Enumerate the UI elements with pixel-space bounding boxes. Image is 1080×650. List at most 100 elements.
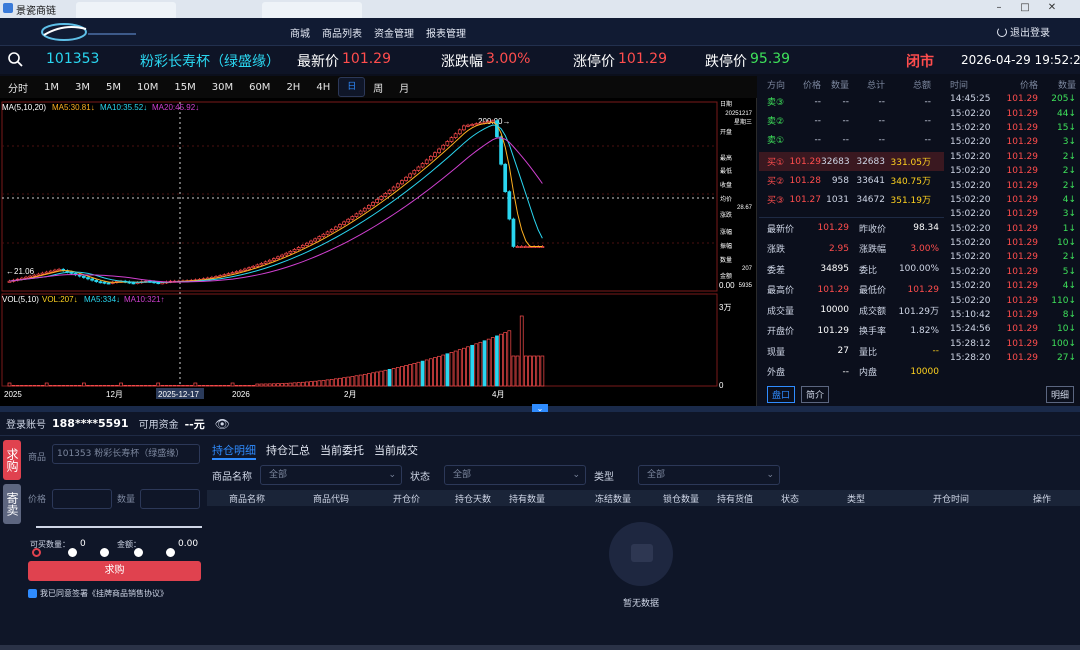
brief-button[interactable]: 简介 — [801, 386, 830, 403]
menu-reports[interactable]: 报表管理 — [426, 25, 466, 40]
price-input[interactable] — [52, 489, 112, 509]
period-tab[interactable]: 60M — [241, 82, 278, 93]
panel-button[interactable]: 盘口 — [767, 386, 796, 403]
period-tab[interactable]: 10M — [129, 82, 166, 93]
bid-rows: 买① 101.29 32683 32683 331.05万 买② 101.28 958 3364… — [759, 152, 944, 209]
period-tab[interactable]: 30M — [204, 82, 241, 93]
logout-button[interactable]: 退出登录 — [997, 24, 1050, 39]
candle-body — [507, 191, 512, 220]
volume-bar — [284, 382, 289, 387]
orderbook-row[interactable]: 卖① -- -- -- -- — [759, 130, 944, 149]
period-tab[interactable]: 分时 — [0, 80, 36, 95]
volume-bar — [98, 385, 103, 387]
browser-tab-1[interactable] — [76, 2, 176, 18]
orderbook-cell-amount: 331.05万 — [890, 158, 932, 168]
tick-price: 101.29 — [1006, 122, 1039, 133]
candle-body — [48, 270, 53, 273]
search-icon[interactable] — [8, 52, 23, 67]
kline-chart[interactable]: MA(5,10,20) MA5:30.81↓ MA10:35.52↓ MA20:45.… — [0, 98, 757, 406]
detail-button[interactable]: 明细 — [1046, 386, 1075, 403]
positions-tab[interactable]: 当前委托 — [320, 442, 364, 458]
orderbook-cell-side: 卖② — [767, 117, 785, 127]
volume-bar — [131, 385, 136, 387]
positions-tab[interactable]: 持仓明细 — [212, 442, 256, 458]
volume-bar — [338, 377, 342, 387]
period-tab[interactable]: 15M — [166, 82, 203, 93]
volume-bar — [110, 385, 115, 387]
x-axis-label: 2025-12-17 — [158, 390, 199, 399]
tick-price: 101.29 — [1006, 137, 1039, 148]
volume-bar — [94, 385, 99, 387]
period-tab[interactable]: 周 — [365, 80, 391, 95]
stat-label: 昨收价 — [859, 224, 887, 235]
tab-sell[interactable]: 寄卖 — [3, 484, 21, 524]
positions-tab[interactable]: 当前成交 — [374, 442, 418, 458]
volume-bar — [354, 375, 359, 387]
volume-bar — [65, 385, 70, 387]
stat-row: 成交量 10000 成交额 101.29万 — [759, 300, 944, 321]
stat-row: 委差 34895 委比 100.00% — [759, 259, 944, 280]
brand-logo — [41, 23, 136, 41]
slider-stop[interactable] — [166, 548, 175, 557]
maximize-button[interactable]: □ — [1016, 1, 1034, 15]
limit-down-value: 95.39 — [750, 51, 791, 67]
product-select[interactable]: 101353 粉彩长寿杯（绿盛缘） — [52, 444, 200, 464]
volume-bar — [333, 378, 338, 387]
tick-row: 15:10:42 101.29 8↓ — [946, 308, 1080, 322]
orderbook-row[interactable]: 卖③ -- -- -- -- — [759, 92, 944, 111]
tab-buy[interactable]: 求购 — [3, 440, 21, 480]
menu-funds[interactable]: 资金管理 — [374, 25, 414, 40]
window-titlebar: 景瓷商链 – □ ✕ — [0, 0, 1080, 18]
orderbook-row[interactable]: 买① 101.29 32683 32683 331.05万 — [759, 152, 944, 171]
agree-checkbox[interactable] — [28, 589, 37, 598]
candle-body — [259, 263, 264, 266]
orderbook-row[interactable]: 买② 101.28 958 33641 340.75万 — [759, 171, 944, 190]
volume-bar — [416, 361, 421, 387]
slider-stop[interactable] — [100, 548, 109, 557]
candle-body — [226, 273, 231, 276]
period-tab[interactable]: 4H — [308, 82, 338, 93]
stat-value: 2.95 — [828, 243, 849, 254]
volume-bar — [210, 385, 214, 387]
volume-bar — [437, 355, 441, 387]
eye-icon[interactable]: 👁 — [215, 417, 230, 431]
period-tab[interactable]: 日 — [338, 77, 366, 97]
positions-tab[interactable]: 持仓汇总 — [266, 442, 310, 458]
candle-body — [329, 229, 334, 233]
period-tab[interactable]: 月 — [391, 80, 417, 95]
orderbook-row[interactable]: 卖② -- -- -- -- — [759, 111, 944, 130]
stat-row: 开盘价 101.29 换手率 1.82% — [759, 321, 944, 342]
period-tab[interactable]: 3M — [67, 82, 98, 93]
filter-name-select[interactable]: 全部 ⌄ — [260, 465, 402, 485]
arrow-down-icon: ↓ — [1068, 166, 1076, 177]
qty-slider-track[interactable] — [36, 526, 202, 528]
volume-bar — [139, 385, 144, 387]
menu-products[interactable]: 商品列表 — [322, 25, 362, 40]
browser-tab-2[interactable] — [262, 2, 362, 18]
submit-buy-button[interactable]: 求购 — [28, 561, 201, 581]
agree-text[interactable]: 我已同意签署《挂牌商品销售协议》 — [40, 588, 168, 599]
minimize-button[interactable]: – — [990, 1, 1008, 15]
stat-row: 外盘 -- 内盘 10000 — [759, 362, 944, 383]
candle-body — [230, 272, 235, 275]
volume-bar — [185, 385, 189, 387]
tick-time: 15:28:12 — [950, 338, 991, 349]
candle-body — [255, 264, 260, 267]
candle-body — [238, 269, 243, 272]
x-axis-label: 2025 — [4, 390, 22, 399]
filter-status-select[interactable]: 全部 ⌄ — [444, 465, 586, 485]
period-tab[interactable]: 5M — [98, 82, 129, 93]
buyable-value: 0 — [80, 539, 86, 549]
volume-bar — [259, 383, 264, 387]
volume-bar — [127, 385, 132, 387]
volume-bar — [69, 385, 74, 387]
menu-mall[interactable]: 商城 — [290, 25, 310, 40]
period-tab[interactable]: 2H — [278, 82, 308, 93]
filter-type-select[interactable]: 全部 ⌄ — [638, 465, 780, 485]
orderbook-row[interactable]: 买③ 101.27 1031 34672 351.19万 — [759, 190, 944, 209]
close-button[interactable]: ✕ — [1043, 1, 1061, 15]
qty-input[interactable] — [140, 489, 200, 509]
kline-chart-panel[interactable]: 分时 1M 3M 5M 10M 15M 30M 60M 2H 4H 日周月 MA(5,10,20) M… — [0, 76, 757, 406]
volume-bar — [20, 385, 24, 387]
period-tab[interactable]: 1M — [36, 82, 67, 93]
